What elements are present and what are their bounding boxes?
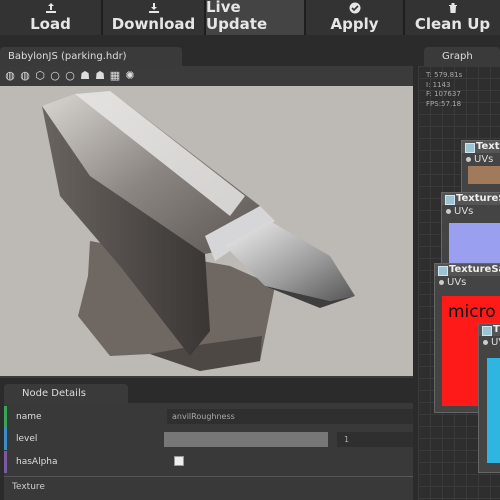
toolbar: Load Download Live Update Apply Clean Up [0,0,500,35]
render-stats: T: 579.81s I: 1143 F: 107637 FPS:57.18 [426,71,462,109]
globe-icon[interactable]: ◍ [19,70,31,82]
property-label: name [16,412,42,422]
check-circle-icon [349,2,360,14]
load-label: Load [30,15,71,33]
stat-fps: FPS:57.18 [426,99,462,108]
load-button[interactable]: Load [0,0,103,35]
property-row-name: name anvilRoughness [4,406,413,428]
texture-preview [468,166,500,184]
preview-text: micro [448,302,496,322]
property-row-hasalpha: hasAlpha [4,451,413,473]
apply-label: Apply [330,15,379,33]
stat-instances: I: 1143 [426,80,451,89]
texture-preview [449,223,500,263]
upload-icon [45,3,56,13]
clean-up-button[interactable]: Clean Up [405,0,500,35]
node-title: Texture [462,141,500,153]
download-button[interactable]: Download [103,0,206,35]
circle-icon[interactable]: ○ [49,70,61,82]
uv-port[interactable]: UV [479,336,500,349]
node-details-panel: name anvilRoughness level 1 hasAlpha [4,403,413,500]
name-input[interactable]: anvilRoughness [167,409,413,424]
property-color-bar [4,406,7,428]
node-title: TextureSa [435,264,500,276]
property-color-bar [4,428,7,450]
3d-viewport[interactable] [0,86,413,376]
viewer-icon-row: ◍ ◍ ⬡ ○ ○ ☗ ☗ ▦ ✺ [0,66,413,86]
viewer-tab[interactable]: BabylonJS (parking.hdr) [0,47,182,67]
node-title: T [479,324,500,336]
live-update-label: Live Update [206,0,268,33]
property-label: level [16,434,38,444]
graph-node-texture[interactable]: Texture UVs [461,140,500,196]
user-icon[interactable]: ☗ [79,70,91,82]
property-color-bar [4,451,7,473]
uvs-port[interactable]: UVs [435,276,500,289]
uvs-port[interactable]: UVs [462,153,500,166]
hasalpha-checkbox[interactable] [174,456,184,466]
property-row-level: level 1 [4,428,413,450]
uvs-port[interactable]: UVs [442,205,500,218]
spinner-icon[interactable]: ✺ [124,70,136,82]
texture-section-header[interactable]: Texture [12,482,45,492]
grid-icon[interactable]: ▦ [109,70,121,82]
anvil-render [42,91,355,371]
user-icon[interactable]: ☗ [94,70,106,82]
level-slider[interactable] [164,432,328,447]
trash-icon [448,3,457,13]
node-title: TextureS [442,193,500,205]
stat-time: T: 579.81s [426,71,463,79]
cube-icon[interactable]: ⬡ [34,70,46,82]
graph-node-texture-sampler-1[interactable]: TextureS UVs [441,192,500,266]
graph-tab[interactable]: Graph [424,47,500,67]
node-details-tab[interactable]: Node Details [4,384,128,404]
download-icon [148,3,159,13]
globe-icon[interactable]: ◍ [4,70,16,82]
graph-node-texture-sampler-3[interactable]: T UV [478,323,500,473]
apply-button[interactable]: Apply [306,0,405,35]
circle-icon[interactable]: ○ [64,70,76,82]
download-label: Download [111,15,196,33]
property-label: hasAlpha [16,457,58,467]
level-value-input[interactable]: 1 [337,432,413,447]
divider [4,476,413,477]
stat-frames: F: 107637 [426,90,461,98]
live-update-button[interactable]: Live Update [206,0,306,35]
clean-up-label: Clean Up [414,15,491,33]
texture-preview [487,358,500,463]
